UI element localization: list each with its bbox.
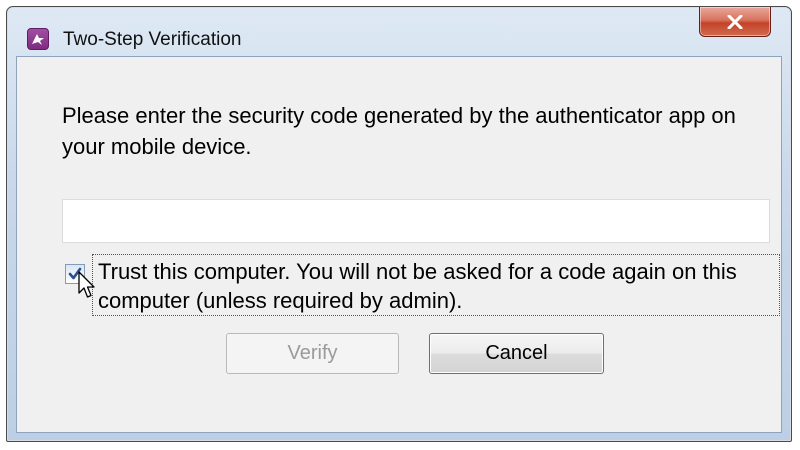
close-button[interactable] bbox=[699, 7, 771, 37]
security-code-input[interactable] bbox=[62, 199, 770, 243]
app-logo-icon bbox=[27, 28, 49, 50]
instruction-text: Please enter the security code generated… bbox=[62, 103, 736, 159]
mouse-cursor-icon bbox=[78, 271, 95, 298]
trust-computer-option[interactable]: Trust this computer. You will not be ask… bbox=[62, 254, 784, 318]
trust-computer-label[interactable]: Trust this computer. You will not be ask… bbox=[92, 254, 780, 316]
close-icon bbox=[727, 15, 743, 29]
dialog-body: Please enter the security code generated… bbox=[16, 56, 782, 433]
dialog-window: Two-Step Verification Please enter the s… bbox=[6, 6, 792, 442]
cancel-button[interactable]: Cancel bbox=[429, 333, 604, 374]
window-title: Two-Step Verification bbox=[63, 29, 242, 50]
title-bar[interactable]: Two-Step Verification bbox=[7, 7, 791, 55]
verify-button[interactable]: Verify bbox=[226, 333, 399, 374]
